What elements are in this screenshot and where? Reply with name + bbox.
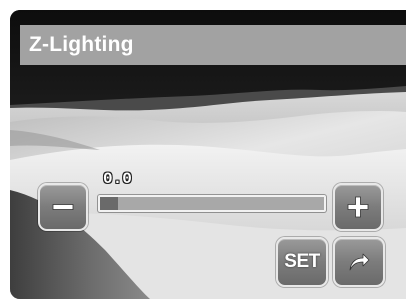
- title-bar: Z-Lighting: [20, 25, 406, 65]
- page-title: Z-Lighting: [29, 33, 134, 56]
- forward-arrow-icon: [349, 253, 370, 271]
- set-button[interactable]: SET: [276, 237, 328, 287]
- increase-button[interactable]: [333, 183, 383, 231]
- camera-screen: Z-Lighting 0.0 SET: [10, 10, 406, 299]
- slider-level-fill: [100, 197, 118, 210]
- plus-icon: [347, 196, 369, 218]
- set-button-label: SET: [284, 251, 320, 272]
- decrease-button[interactable]: [38, 183, 88, 231]
- minus-icon: [52, 204, 74, 210]
- next-button[interactable]: [333, 237, 385, 287]
- adjustment-value-readout: 0.0: [103, 170, 132, 188]
- adjustment-slider[interactable]: [98, 195, 326, 212]
